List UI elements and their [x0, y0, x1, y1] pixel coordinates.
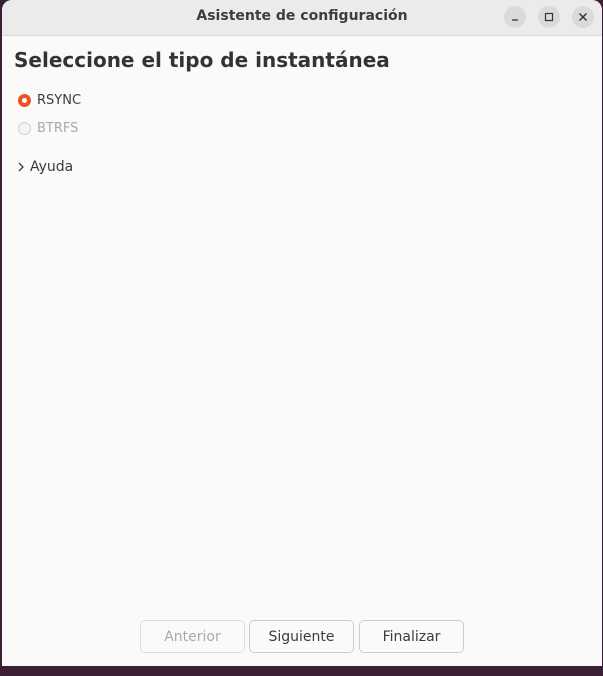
- finish-button[interactable]: Finalizar: [359, 620, 464, 653]
- close-icon: [579, 13, 587, 21]
- radio-checked-icon[interactable]: [18, 94, 31, 107]
- desktop-background: [0, 666, 603, 676]
- radio-rsync[interactable]: RSYNC: [18, 93, 81, 108]
- radio-btrfs: BTRFS: [18, 121, 78, 136]
- next-button[interactable]: Siguiente: [249, 620, 354, 653]
- setup-wizard-window: Asistente de configuración Seleccione el…: [2, 0, 602, 666]
- chevron-right-icon: [18, 162, 24, 172]
- help-label: Ayuda: [30, 159, 74, 175]
- previous-button[interactable]: Anterior: [140, 620, 245, 653]
- radio-rsync-label: RSYNC: [37, 93, 82, 108]
- close-button[interactable]: [572, 6, 594, 28]
- radio-btrfs-label: BTRFS: [37, 121, 79, 136]
- title-bar[interactable]: Asistente de configuración: [2, 0, 602, 36]
- help-expander[interactable]: Ayuda: [17, 159, 73, 175]
- maximize-icon: [544, 12, 554, 22]
- page-title: Seleccione el tipo de instantánea: [14, 48, 390, 72]
- minimize-icon: [512, 19, 518, 21]
- maximize-button[interactable]: [538, 6, 560, 28]
- minimize-button[interactable]: [504, 6, 526, 28]
- radio-unchecked-icon: [18, 122, 31, 135]
